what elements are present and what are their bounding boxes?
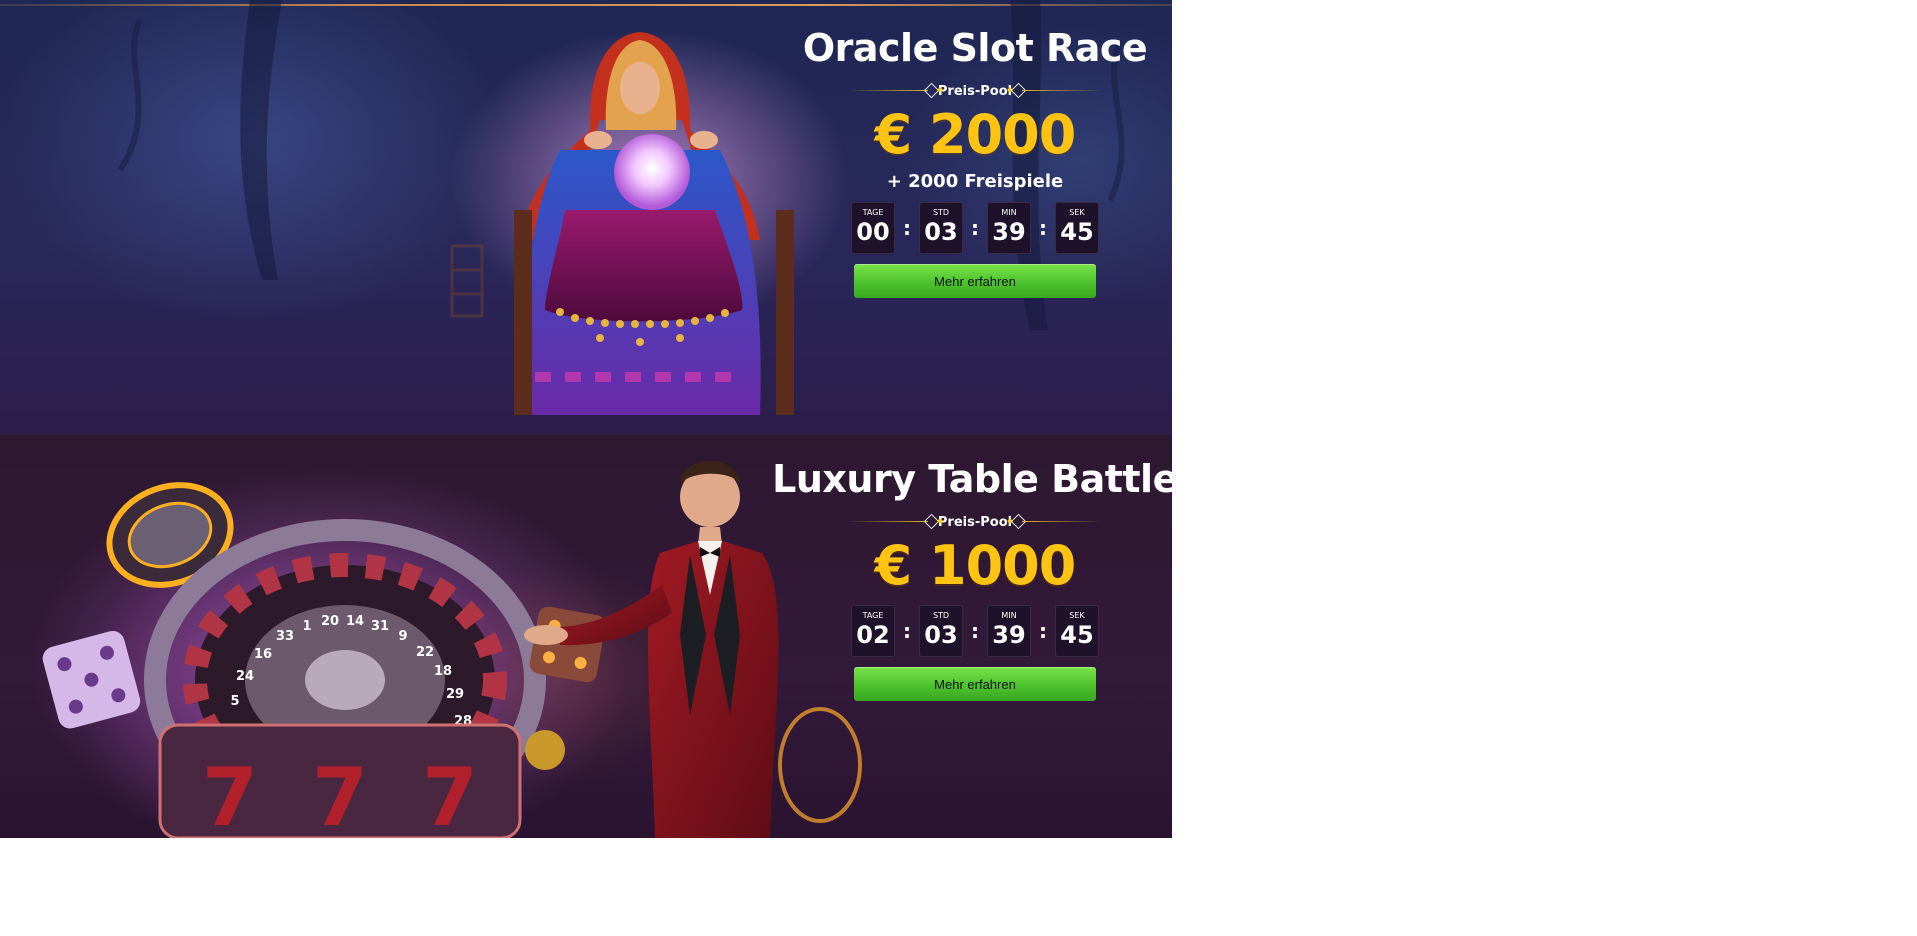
roulette-number: 18 (434, 664, 452, 679)
promo-info-oracle: Oracle Slot Race Preis-Pool € 2000 + 200… (740, 22, 1172, 298)
prize-pool-divider: Preis-Pool (740, 80, 1172, 102)
roulette-number: 33 (276, 629, 294, 644)
countdown-timer: TAGE 00 : STD 03 : MIN 39 : SEK 45 (740, 202, 1172, 254)
countdown-value: 45 (1060, 621, 1094, 649)
poker-chip-icon (778, 707, 862, 823)
prize-amount: € 2000 (874, 103, 1077, 166)
countdown-value: 39 (992, 621, 1026, 649)
prize-pool-label: Preis-Pool (937, 84, 1013, 99)
countdown-timer: TAGE 02 : STD 03 : MIN 39 : SEK 45 (740, 605, 1172, 657)
countdown-label: MIN (1001, 611, 1017, 620)
countdown-separator: : (903, 216, 911, 240)
roulette-number: 1 (302, 619, 311, 634)
roulette-number: 5 (230, 694, 239, 709)
divider-line-left (848, 521, 928, 522)
prize-amount: € 1000 (874, 534, 1077, 597)
prize-pool-divider: Preis-Pool (740, 511, 1172, 533)
countdown-label: STD (932, 208, 950, 217)
free-spins-bonus: + 2000 Freispiele (886, 171, 1064, 192)
promo-banner-oracle-slot-race: Oracle Slot Race Preis-Pool € 2000 + 200… (0, 0, 1172, 435)
promo-title: Oracle Slot Race (802, 26, 1148, 70)
countdown-separator: : (1039, 216, 1047, 240)
roulette-number: 20 (321, 614, 339, 629)
countdown-value: 00 (856, 218, 890, 246)
roulette-number: 29 (446, 687, 464, 702)
lantern-prop (450, 244, 484, 318)
divider-line-right (1022, 90, 1102, 91)
roulette-number: 24 (236, 669, 254, 684)
countdown-value: 02 (856, 621, 890, 649)
slot-reel-symbol: 7 (202, 751, 258, 838)
gold-coin-icon (525, 730, 565, 770)
roulette-number: 14 (346, 614, 364, 629)
promo-title: Luxury Table Battle (772, 457, 1172, 501)
countdown-label: TAGE (862, 611, 884, 620)
slot-machine: 7 7 7 (158, 723, 522, 838)
countdown-value: 45 (1060, 218, 1094, 246)
countdown-separator: : (971, 619, 979, 643)
countdown-hours: STD 03 (919, 605, 963, 657)
countdown-value: 39 (992, 218, 1026, 246)
countdown-label: MIN (1001, 208, 1017, 217)
countdown-minutes: MIN 39 (987, 202, 1031, 254)
roulette-number: 31 (371, 619, 389, 634)
countdown-minutes: MIN 39 (987, 605, 1031, 657)
promo-banner-luxury-table-battle: 10 5 24 16 33 1 20 14 31 9 22 18 29 28 7… (0, 435, 1172, 838)
countdown-value: 03 (924, 218, 958, 246)
slot-reel-symbol: 7 (422, 751, 478, 838)
countdown-separator: : (903, 619, 911, 643)
countdown-value: 03 (924, 621, 958, 649)
countdown-label: TAGE (862, 208, 884, 217)
learn-more-button[interactable]: Mehr erfahren (854, 667, 1096, 701)
divider-line-left (848, 90, 928, 91)
roulette-number: 22 (416, 645, 434, 660)
countdown-label: SEK (1069, 208, 1085, 217)
roulette-number: 16 (254, 647, 272, 662)
countdown-seconds: SEK 45 (1055, 202, 1099, 254)
roulette-number: 9 (398, 629, 407, 644)
countdown-label: SEK (1069, 611, 1085, 620)
promo-info-luxury: Luxury Table Battle Preis-Pool € 1000 TA… (740, 453, 1172, 701)
countdown-separator: : (1039, 619, 1047, 643)
divider-line-right (1022, 521, 1102, 522)
countdown-days: TAGE 02 (851, 605, 895, 657)
countdown-separator: : (971, 216, 979, 240)
learn-more-button[interactable]: Mehr erfahren (854, 264, 1096, 298)
countdown-seconds: SEK 45 (1055, 605, 1099, 657)
countdown-days: TAGE 00 (851, 202, 895, 254)
prize-pool-label: Preis-Pool (937, 515, 1013, 530)
countdown-label: STD (932, 611, 950, 620)
countdown-hours: STD 03 (919, 202, 963, 254)
slot-reel-symbol: 7 (312, 751, 368, 838)
